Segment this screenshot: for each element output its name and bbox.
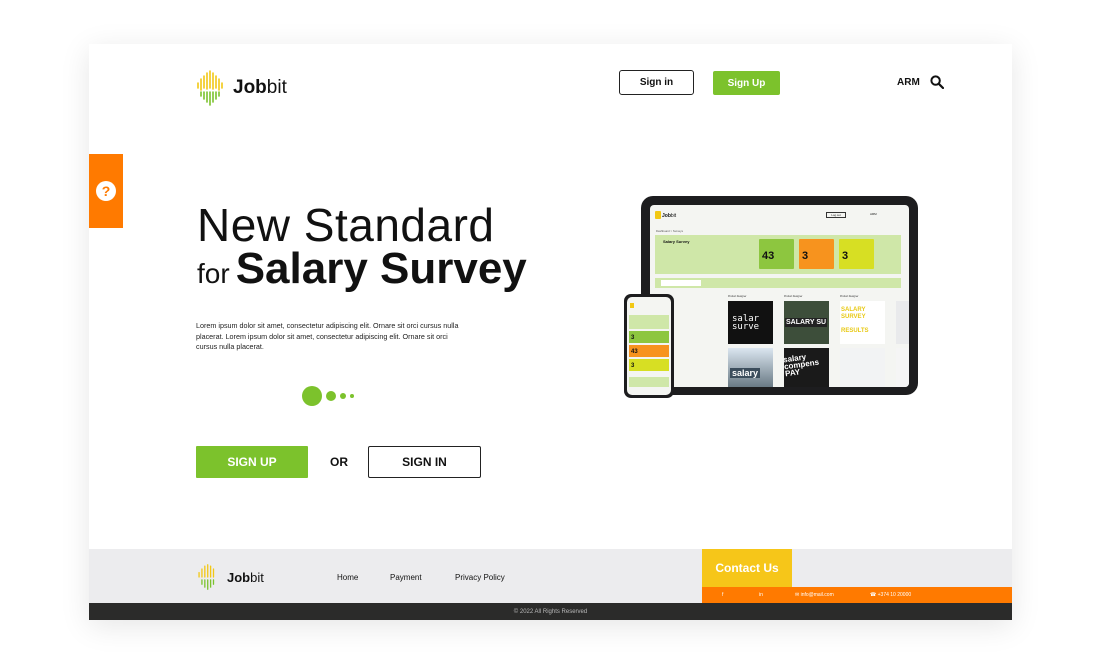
phone-mockup: 3 43 3 xyxy=(624,294,674,398)
mockup-search xyxy=(661,280,701,286)
copyright-text: © 2022 All Rights Reserved xyxy=(513,608,588,615)
mockup-card: 43 xyxy=(759,239,794,269)
footer-wordmark: Jobbit xyxy=(227,569,264,585)
phone-logo-icon xyxy=(630,303,634,308)
phone-banner xyxy=(629,315,669,329)
carousel-dot-active[interactable] xyxy=(302,386,322,406)
mockup-image-caption: Product Designer xyxy=(840,295,859,298)
phone-icon: ☎ xyxy=(870,592,877,598)
phone-card: 43 xyxy=(629,345,669,357)
mail-icon: ✉ xyxy=(795,592,800,598)
mockup-banner: Salary Survey 43 3 3 xyxy=(655,235,901,274)
header-signup-button[interactable]: Sign Up xyxy=(713,71,780,95)
hero-signin-button[interactable]: SIGN IN xyxy=(368,446,481,478)
mockup-card: 3 xyxy=(839,239,874,269)
language-switcher[interactable]: ARM xyxy=(897,77,920,88)
footer: Jobbit Home Payment Privacy Policy Conta… xyxy=(89,549,1012,603)
hero-description: Lorem ipsum dolor sit amet, consectetur … xyxy=(196,321,459,351)
question-icon: ? xyxy=(96,181,116,201)
mockup-image-grid: salar surve SALARY SU SALARY SURVEY RESULT… xyxy=(728,301,909,387)
contact-bar: f in ✉ info@mail.com ☎ +374 10 20000 xyxy=(702,587,1012,603)
mockup-image xyxy=(896,348,909,387)
hero-title-bold: Salary Survey xyxy=(235,244,527,293)
contact-us-button[interactable]: Contact Us xyxy=(702,549,792,587)
hero-title-for: for xyxy=(197,258,230,289)
mockup-image-caption: Product Designer xyxy=(728,295,747,298)
mockup-image xyxy=(840,348,885,387)
mockup-banner-text xyxy=(663,245,743,251)
mockup-image: SALARY SURVEY RESULTS xyxy=(840,301,885,344)
phone-card: 3 xyxy=(629,359,669,371)
header-logo[interactable]: Jobbit xyxy=(195,70,287,106)
or-label: OR xyxy=(330,455,348,469)
mockup-logo: Jobbit xyxy=(662,213,677,219)
help-tab[interactable]: ? xyxy=(89,154,123,228)
mockup-image: salar surve xyxy=(728,301,773,344)
mockup-breadcrumb: Dashboard > Surveys xyxy=(656,229,683,233)
mockup-image-caption: Product Designer xyxy=(784,295,803,298)
logo-wordmark: Jobbit xyxy=(233,77,287,98)
mockup-filter-bar xyxy=(655,278,901,288)
mockup-card: 3 xyxy=(799,239,834,269)
carousel-dots xyxy=(302,386,354,406)
carousel-dot[interactable] xyxy=(350,394,354,398)
phone-screen: 3 43 3 xyxy=(627,297,671,395)
footer-link-privacy[interactable]: Privacy Policy xyxy=(455,573,505,582)
linkedin-icon[interactable]: in xyxy=(759,592,763,598)
carousel-dot[interactable] xyxy=(326,391,336,401)
logo-mark-icon xyxy=(198,564,215,590)
hero-title-line2: for Salary Survey xyxy=(197,244,527,294)
footer-phone[interactable]: ☎ +374 10 20000 xyxy=(870,592,911,598)
facebook-icon[interactable]: f xyxy=(722,592,723,598)
mockup-banner-title: Salary Survey xyxy=(663,239,690,244)
search-icon[interactable] xyxy=(930,75,944,89)
logo-mark-icon xyxy=(197,70,223,106)
footer-email[interactable]: ✉ info@mail.com xyxy=(795,592,834,598)
hero-signup-button[interactable]: SIGN UP xyxy=(196,446,308,478)
mockup-image: salary xyxy=(728,348,773,387)
header-signin-button[interactable]: Sign in xyxy=(619,70,694,95)
tablet-mockup: Jobbit Log out ARM Dashboard > Surveys S… xyxy=(641,196,918,395)
mockup-image: salary compens PAY xyxy=(784,348,829,387)
mockup-image: SALARY SU xyxy=(784,301,829,344)
phone-card: 3 xyxy=(629,331,669,343)
mockup-image xyxy=(896,301,909,344)
footer-link-home[interactable]: Home xyxy=(337,573,358,582)
footer-link-payment[interactable]: Payment xyxy=(390,573,422,582)
footer-logo[interactable]: Jobbit xyxy=(195,564,264,590)
copyright-bar: © 2022 All Rights Reserved xyxy=(89,603,1012,620)
mockup-logo-icon xyxy=(655,211,661,219)
tablet-screen: Jobbit Log out ARM Dashboard > Surveys S… xyxy=(650,205,909,387)
carousel-dot[interactable] xyxy=(340,393,346,399)
mockup-lang: ARM xyxy=(870,212,877,216)
landing-page: Jobbit Sign in Sign Up ARM ? New Standar… xyxy=(89,44,1012,620)
mockup-login: Log out xyxy=(826,212,846,218)
phone-bottom-bar xyxy=(629,377,669,387)
